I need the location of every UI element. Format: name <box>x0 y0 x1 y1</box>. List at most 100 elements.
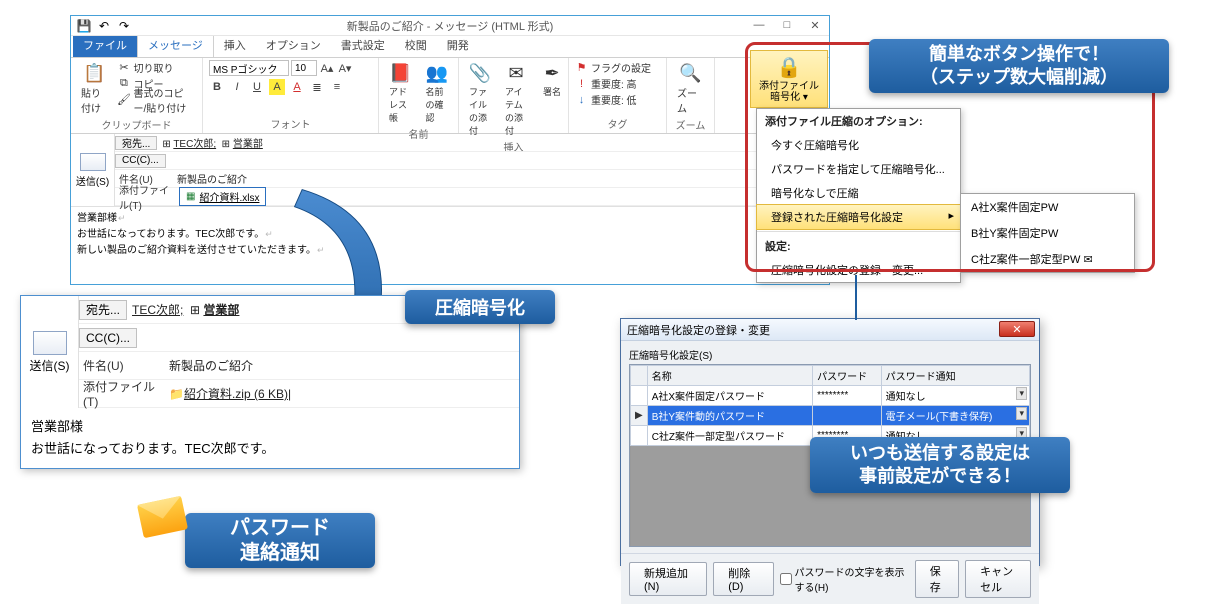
maximize-button[interactable]: □ <box>773 16 801 34</box>
dialog-titlebar: 圧縮暗号化設定の登録・変更 ✕ <box>621 319 1039 341</box>
cc-button[interactable]: CC(C)... <box>115 154 166 168</box>
show-password-checkbox[interactable]: パスワードの文字を表示する(H) <box>780 564 909 594</box>
dialog-close-button[interactable]: ✕ <box>999 321 1035 337</box>
send-button[interactable]: 送信(S) <box>71 134 115 206</box>
check-names-button[interactable]: 👥名前の確認 <box>422 60 453 126</box>
cut-label: 切り取り <box>133 60 173 75</box>
save-icon[interactable]: 💾 <box>77 19 91 33</box>
submenu-item-a[interactable]: A社X案件固定PW <box>961 194 1134 220</box>
tab-message[interactable]: メッセージ <box>137 33 214 57</box>
font-color-button[interactable]: A <box>289 79 305 95</box>
to-button-zoom[interactable]: 宛先... <box>79 300 127 320</box>
menu-manage-settings[interactable]: 圧縮暗号化設定の登録・変更... <box>757 258 960 282</box>
minimize-button[interactable]: — <box>745 16 773 34</box>
importance-low-button[interactable]: ↓重要度: 低 <box>575 92 651 107</box>
menu-compress-no-encrypt[interactable]: 暗号化なしで圧縮 <box>757 181 960 205</box>
tab-review[interactable]: 校閲 <box>395 34 437 57</box>
outlook-compose-window: 💾 ↶ ↷ 新製品のご紹介 - メッセージ (HTML 形式) — □ ✕ ファ… <box>70 15 830 285</box>
redo-icon[interactable]: ↷ <box>117 19 131 33</box>
addin-submenu: A社X案件固定PW B社Y案件固定PW C社Z案件一部定型PW ✉ <box>960 193 1135 273</box>
save-button[interactable]: 保存 <box>915 560 959 598</box>
tab-file[interactable]: ファイル <box>73 34 137 57</box>
importance-high-button[interactable]: !重要度: 高 <box>575 76 651 91</box>
italic-button[interactable]: I <box>229 79 245 95</box>
brush-icon: 🖌 <box>117 93 130 106</box>
table-row[interactable]: ▶ B社Y案件動的パスワード 電子メール(下書き保存) <box>631 406 1030 426</box>
mail-small-icon: ✉ <box>1083 254 1092 266</box>
subject-input-zoom[interactable]: 新製品のご紹介 <box>169 357 253 374</box>
callout-password-notify: パスワード連絡通知 <box>185 513 375 568</box>
paste-button[interactable]: 📋 貼り付け <box>77 60 111 117</box>
to-button[interactable]: 宛先... <box>115 136 157 150</box>
attachment-chip[interactable]: ▦紹介資料.xlsx <box>179 187 266 206</box>
tab-format[interactable]: 書式設定 <box>331 34 395 57</box>
highlight-button[interactable]: A <box>269 79 285 95</box>
col-notify[interactable]: パスワード通知 <box>881 366 1029 386</box>
body-line: お世話になっております。TEC次郎です。 <box>31 438 509 460</box>
menu-registered-settings[interactable]: 登録された圧縮暗号化設定 <box>756 204 961 230</box>
importance-high-icon: ! <box>575 77 588 90</box>
format-painter-button[interactable]: 🖌書式のコピー/貼り付け <box>117 92 196 107</box>
submenu-item-c[interactable]: C社Z案件一部定型PW ✉ <box>961 246 1134 272</box>
underline-button[interactable]: U <box>249 79 265 95</box>
body-line: 営業部様 <box>77 211 823 227</box>
addin-btn-l1: 添付ファイル <box>759 81 819 92</box>
font-size-select[interactable]: 10 <box>291 60 317 76</box>
flag-icon: ⚑ <box>575 61 588 74</box>
zip-icon: 📁 <box>169 387 184 401</box>
addin-encrypt-button[interactable]: 🔒 添付ファイル暗号化 ▾ <box>750 50 828 108</box>
delete-button[interactable]: 削除(D) <box>713 562 773 596</box>
add-button[interactable]: 新規追加(N) <box>629 562 707 596</box>
to-value[interactable]: ⊞ TEC次郎; ⊞ 営業部 <box>162 135 262 150</box>
attachment-chip-zoom[interactable]: 📁紹介資料.zip (6 KB)| <box>169 385 291 402</box>
fmtcopy-label: 書式のコピー/貼り付け <box>133 85 196 115</box>
attach-item-button[interactable]: ✉アイテムの添付 <box>501 60 531 139</box>
address-book-button[interactable]: 📕アドレス帳 <box>385 60 416 126</box>
message-body[interactable]: 営業部様 お世話になっております。TEC次郎です。 新しい製品のご紹介資料を送付… <box>71 207 829 263</box>
group-clipboard-label: クリップボード <box>77 117 196 132</box>
imp-low-label: 重要度: 低 <box>591 92 637 107</box>
close-button[interactable]: ✕ <box>801 16 829 34</box>
paste-icon: 📋 <box>83 62 105 84</box>
cut-button[interactable]: ✂切り取り <box>117 60 196 75</box>
attachment-label: 添付ファイル(T) <box>115 182 177 212</box>
cancel-button[interactable]: キャンセル <box>965 560 1031 598</box>
menu-header-options: 添付ファイル圧縮のオプション: <box>757 109 960 133</box>
group-font-label: フォント <box>209 116 372 131</box>
ribbon-tabs: ファイル メッセージ 挿入 オプション 書式設定 校閲 開発 <box>71 36 829 58</box>
check-names-icon: 👥 <box>426 62 448 84</box>
tab-dev[interactable]: 開発 <box>437 34 479 57</box>
send-button-zoom[interactable]: 送信(S) <box>21 296 79 408</box>
flag-button[interactable]: ⚑フラグの設定 <box>575 60 651 75</box>
subject-input[interactable]: 新製品のご紹介 <box>177 171 247 186</box>
tab-option[interactable]: オプション <box>256 34 331 57</box>
grow-font-icon[interactable]: A▴ <box>319 60 335 76</box>
submenu-item-b[interactable]: B社Y案件固定PW <box>961 220 1134 246</box>
zoom-button[interactable]: 🔍ズーム <box>673 60 708 117</box>
menu-compress-with-pw[interactable]: パスワードを指定して圧縮暗号化... <box>757 157 960 181</box>
envelope-icon <box>33 331 67 355</box>
col-name[interactable]: 名称 <box>647 366 812 386</box>
cc-button-zoom[interactable]: CC(C)... <box>79 328 137 348</box>
bullets-button[interactable]: ≣ <box>309 79 325 95</box>
connector-line <box>855 275 857 320</box>
menu-compress-now[interactable]: 今すぐ圧縮暗号化 <box>757 133 960 157</box>
to-value-zoom[interactable]: TEC次郎; ⊞ 営業部 <box>132 301 239 318</box>
attach-file-button[interactable]: 📎ファイルの添付 <box>465 60 495 139</box>
undo-icon[interactable]: ↶ <box>97 19 111 33</box>
group-tags-label: タグ <box>575 116 660 131</box>
bold-button[interactable]: B <box>209 79 225 95</box>
shrink-font-icon[interactable]: A▾ <box>337 60 353 76</box>
message-body-zoom[interactable]: 営業部様 お世話になっております。TEC次郎です。 <box>21 408 519 468</box>
table-row[interactable]: A社X案件固定パスワード ******** 通知なし <box>631 386 1030 406</box>
envelope-icon <box>80 153 106 171</box>
font-name-select[interactable]: MS Pゴシック <box>209 60 289 76</box>
col-password[interactable]: パスワード <box>813 366 882 386</box>
tab-insert[interactable]: 挿入 <box>214 34 256 57</box>
callout-compression: 圧縮暗号化 <box>405 290 555 324</box>
numbering-button[interactable]: ≡ <box>329 79 345 95</box>
signature-button[interactable]: ✒署名 <box>537 60 567 100</box>
titlebar: 💾 ↶ ↷ 新製品のご紹介 - メッセージ (HTML 形式) — □ ✕ <box>71 16 829 36</box>
paste-label: 貼り付け <box>81 85 107 115</box>
subject-label-zoom: 件名(U) <box>79 357 169 374</box>
